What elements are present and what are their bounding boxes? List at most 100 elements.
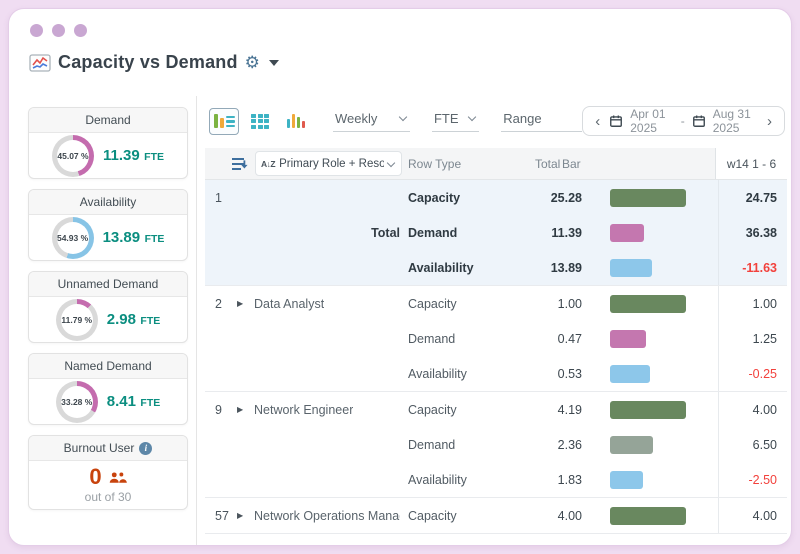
bar-cell xyxy=(590,364,718,383)
sidebar-card-unnamed-demand: Unnamed Demand 11.79 % 2.98 FTE xyxy=(28,271,188,343)
row-type: Availability xyxy=(408,366,467,381)
view-toggle-chart-button[interactable] xyxy=(281,108,311,135)
fte-unit: FTE xyxy=(140,396,161,409)
page-title: Capacity vs Demand xyxy=(58,52,238,72)
total-label: Total xyxy=(371,225,400,240)
range-select[interactable]: Range xyxy=(501,111,583,132)
table-row[interactable]: Availability 13.89 -11.63 xyxy=(205,250,787,285)
table-group: 1 Capacity 25.28 24.75 Total Demand 11.3… xyxy=(205,180,787,286)
view-toggle-combined-button[interactable] xyxy=(209,107,239,135)
table-row[interactable]: 1 Capacity 25.28 24.75 xyxy=(205,180,787,215)
window-dot[interactable] xyxy=(30,24,43,37)
kpi-sidebar: Demand 45.07 % 11.39 FTE Availability 54… xyxy=(9,96,196,545)
table-row[interactable]: Demand 2.36 6.50 xyxy=(205,427,787,462)
total-value: 11.39 xyxy=(551,225,582,240)
row-type: Capacity xyxy=(408,296,457,311)
granularity-select[interactable]: Weekly xyxy=(333,111,410,132)
window-dot[interactable] xyxy=(74,24,87,37)
sort-az-icon: A↓Z xyxy=(261,158,276,169)
expand-caret-icon[interactable]: ▶ xyxy=(237,511,254,520)
date-range-picker: ‹ Apr 01 2025 - Aug 31 2025 › xyxy=(582,106,785,136)
table-row[interactable]: Total Demand 11.39 36.38 xyxy=(205,215,787,250)
week-value: -0.25 xyxy=(718,356,787,391)
capacity-bar xyxy=(610,188,686,207)
group-name: Data Analyst xyxy=(254,296,325,311)
week-value: 4.00 xyxy=(718,392,787,427)
group-name: Network Engineer xyxy=(254,402,354,417)
week-value: 4.00 xyxy=(718,498,787,533)
column-header-bar: Bar xyxy=(562,157,581,171)
table-row[interactable]: Availability 0.53 -0.25 xyxy=(205,356,787,391)
next-period-button[interactable]: › xyxy=(765,114,774,129)
week-value: 1.25 xyxy=(718,321,787,356)
card-title: Unnamed Demand xyxy=(29,272,187,297)
bar-cell xyxy=(590,470,718,489)
column-header-total: Total xyxy=(535,157,561,171)
donut-gauge: 33.28 % xyxy=(55,380,98,423)
capacity-table: A↓Z Primary Role + Resource... Row Type … xyxy=(205,148,787,545)
date-end[interactable]: Aug 31 2025 xyxy=(713,107,758,135)
chevron-down-icon xyxy=(398,112,408,122)
sidebar-card-named-demand: Named Demand 33.28 % 8.41 FTE xyxy=(28,353,188,425)
demand-bar xyxy=(610,435,653,454)
prev-period-button[interactable]: ‹ xyxy=(593,114,602,129)
table-group: 9 ▶ Network Engineer Capacity 4.19 4.00 … xyxy=(205,392,787,498)
card-title: Named Demand xyxy=(29,354,187,379)
capacity-bar xyxy=(610,400,686,419)
bar-cell xyxy=(590,400,718,419)
bar-cell xyxy=(590,435,718,454)
week-value: 24.75 xyxy=(718,180,787,215)
card-title: Demand xyxy=(29,108,187,133)
fte-value: 13.89 xyxy=(102,228,141,246)
table-row[interactable]: Availability 1.83 -2.50 xyxy=(205,462,787,497)
gear-icon[interactable]: ⚙ xyxy=(245,54,260,71)
sort-lines-icon[interactable] xyxy=(231,156,249,172)
table-row[interactable]: 2 ▶ Data Analyst Capacity 1.00 1.00 xyxy=(205,286,787,321)
total-value: 2.36 xyxy=(557,437,582,452)
group-by-select[interactable]: A↓Z Primary Role + Resource... xyxy=(255,151,402,176)
burnout-count: 0 xyxy=(89,464,102,489)
group-id: 9 xyxy=(215,402,222,417)
table-header: A↓Z Primary Role + Resource... Row Type … xyxy=(205,148,787,180)
card-title: Availability xyxy=(29,190,187,215)
demand-bar xyxy=(610,329,646,348)
row-type: Capacity xyxy=(408,402,457,417)
info-icon[interactable]: i xyxy=(139,441,153,455)
row-type: Demand xyxy=(408,437,456,452)
availability-bar xyxy=(610,364,650,383)
group-id: 2 xyxy=(215,296,222,311)
expand-caret-icon[interactable]: ▶ xyxy=(237,405,254,414)
table-row[interactable]: 57 ▶ Network Operations Manager Capacity… xyxy=(205,498,787,533)
sidebar-card-availability: Availability 54.93 % 13.89 FTE xyxy=(28,189,188,261)
bar-cell xyxy=(590,223,718,242)
table-row[interactable]: Demand 0.47 1.25 xyxy=(205,321,787,356)
app-window: Capacity vs Demand ⚙ Demand 45.07 % 11.3… xyxy=(8,8,792,546)
combined-view-icon xyxy=(213,114,235,128)
table-row[interactable]: 9 ▶ Network Engineer Capacity 4.19 4.00 xyxy=(205,392,787,427)
card-title: Burnout User xyxy=(63,440,135,455)
window-dot[interactable] xyxy=(52,24,65,37)
group-id: 1 xyxy=(215,190,222,205)
fte-unit: FTE xyxy=(144,150,164,163)
row-type: Capacity xyxy=(408,508,457,523)
people-icon xyxy=(109,471,127,483)
date-start[interactable]: Apr 01 2025 xyxy=(630,107,674,135)
fte-value: 11.39 xyxy=(102,146,140,164)
sidebar-card-burnout-user: Burnout User i 0 out of 30 xyxy=(28,435,188,510)
column-header-week: w14 1 - 6 xyxy=(715,148,787,179)
unit-select[interactable]: FTE xyxy=(431,111,480,132)
row-type: Capacity xyxy=(408,190,461,205)
demand-bar xyxy=(610,223,644,242)
window-controls xyxy=(30,24,791,37)
total-value: 4.00 xyxy=(557,508,582,523)
bar-cell xyxy=(590,188,718,207)
settings-caret-icon[interactable] xyxy=(268,59,279,66)
total-value: 0.47 xyxy=(557,331,582,346)
burnout-caption: out of 30 xyxy=(84,490,132,504)
view-toggle-grid-button[interactable] xyxy=(245,108,275,135)
sidebar-card-demand: Demand 45.07 % 11.39 FTE xyxy=(28,107,188,179)
expand-caret-icon[interactable]: ▶ xyxy=(237,299,254,308)
total-value: 1.00 xyxy=(557,296,582,311)
toolbar: Weekly FTE Range ‹ Apr 01 2025 - Aug 31 … xyxy=(205,106,787,136)
row-type: Demand xyxy=(408,331,456,346)
